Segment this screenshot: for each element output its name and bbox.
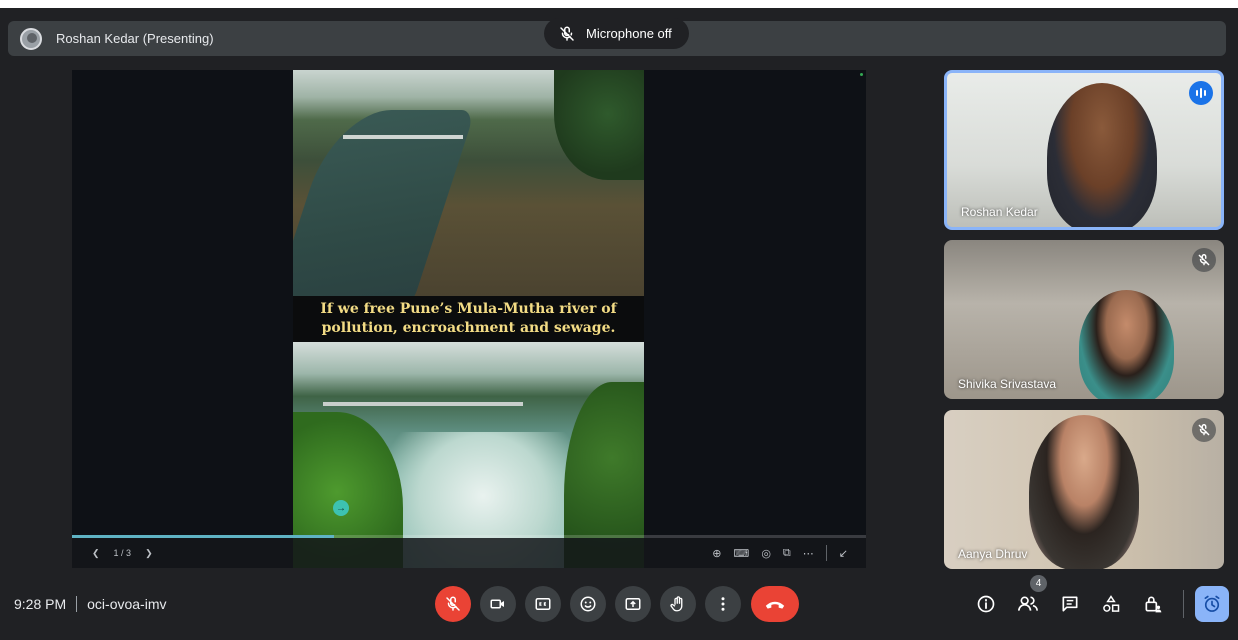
- participant-tile-roshan[interactable]: Roshan Kedar: [944, 70, 1224, 230]
- slide-photo-before: [293, 70, 644, 296]
- slide-controls-divider: [825, 545, 827, 561]
- slide-caption-line-2: pollution, encroachment and sewage.: [321, 320, 616, 336]
- emoji-icon: [580, 596, 596, 612]
- people-icon: [1018, 596, 1039, 611]
- meeting-time: 9:28 PM: [14, 596, 67, 612]
- activities-icon: [1103, 595, 1120, 612]
- participant-tile-aanya[interactable]: Aanya Dhruv: [944, 410, 1224, 569]
- microphone-off-label: Microphone off: [586, 26, 672, 41]
- controls-divider: [1183, 590, 1184, 618]
- meeting-info: 9:28 PM oci-ovoa-imv: [14, 596, 167, 612]
- chat-button[interactable]: [1058, 592, 1082, 616]
- meeting-details-button[interactable]: [974, 592, 998, 616]
- more-options-button[interactable]: [705, 586, 741, 622]
- chat-icon: [1062, 596, 1078, 612]
- previous-slide-icon[interactable]: ❮: [92, 548, 100, 559]
- participant-name: Shivika Srivastava: [958, 377, 1057, 391]
- camera-icon: [490, 599, 504, 609]
- slide-caption-line-1: If we free Pune’s Mula-Mutha river of: [320, 301, 617, 317]
- bottom-bar: 9:28 PM oci-ovoa-imv 4: [0, 572, 1238, 640]
- slide-caption: If we free Pune’s Mula-Mutha river of po…: [293, 296, 644, 342]
- alarm-clock-icon: [1204, 595, 1220, 612]
- host-controls-button[interactable]: [1141, 592, 1165, 616]
- slide-page-indicator: 1 / 3: [113, 548, 132, 558]
- slide: If we free Pune’s Mula-Mutha river of po…: [293, 70, 644, 568]
- more-horiz-icon[interactable]: ⋯: [803, 547, 814, 560]
- mic-off-icon: [560, 26, 574, 41]
- hand-icon: [670, 596, 683, 612]
- reactions-button[interactable]: [570, 586, 606, 622]
- meeting-code: oci-ovoa-imv: [87, 596, 167, 612]
- window-top-strip: [0, 0, 1238, 8]
- people-button[interactable]: [1016, 592, 1040, 616]
- muted-mic-icon: [1192, 418, 1216, 442]
- mic-off-icon: [446, 596, 460, 611]
- muted-mic-icon: [1192, 248, 1216, 272]
- timer-button[interactable]: [1195, 586, 1229, 622]
- captions-icon: [535, 598, 551, 610]
- next-slide-icon[interactable]: ❯: [145, 548, 153, 559]
- slide-next-arrow-icon[interactable]: →: [333, 500, 349, 516]
- presentation-stage: If we free Pune’s Mula-Mutha river of po…: [72, 70, 866, 568]
- participant-tile-shivika[interactable]: Shivika Srivastava: [944, 240, 1224, 399]
- lock-person-icon: [1145, 596, 1162, 613]
- participant-video: [1079, 290, 1174, 399]
- live-indicator-dot: [860, 73, 863, 76]
- meeting-info-divider: [76, 596, 78, 612]
- info-icon: [977, 595, 995, 613]
- camera-toggle-button[interactable]: [480, 586, 516, 622]
- participant-video: [1029, 415, 1139, 569]
- microphone-toggle-button[interactable]: [435, 586, 471, 622]
- slide-controls: ❮ 1 / 3 ❯ ⊕ ⌨ ◎ ⧉ ⋯ ↙: [72, 538, 866, 568]
- participant-name: Roshan Kedar: [961, 205, 1038, 219]
- participant-video: [1047, 83, 1157, 227]
- broadcast-icon[interactable]: ◎: [761, 547, 771, 560]
- zoom-icon[interactable]: ⊕: [712, 547, 721, 560]
- participant-name: Aanya Dhruv: [958, 547, 1028, 561]
- raise-hand-button[interactable]: [660, 586, 696, 622]
- exit-fullscreen-icon[interactable]: ↙: [839, 547, 848, 560]
- presenter-label: Roshan Kedar (Presenting): [56, 31, 214, 46]
- present-icon: [625, 598, 641, 610]
- present-button[interactable]: [615, 586, 651, 622]
- pip-icon[interactable]: ⧉: [783, 547, 791, 560]
- presenter-avatar: [20, 27, 42, 50]
- call-end-icon: [765, 601, 785, 609]
- more-vert-icon: [721, 597, 725, 611]
- microphone-off-notice: Microphone off: [544, 18, 689, 49]
- participant-count-badge: 4: [1030, 575, 1047, 592]
- keyboard-icon[interactable]: ⌨: [733, 547, 749, 560]
- activities-button[interactable]: [1099, 592, 1123, 616]
- leave-call-button[interactable]: [751, 586, 799, 622]
- captions-button[interactable]: [525, 586, 561, 622]
- speaking-indicator-icon: [1189, 81, 1213, 105]
